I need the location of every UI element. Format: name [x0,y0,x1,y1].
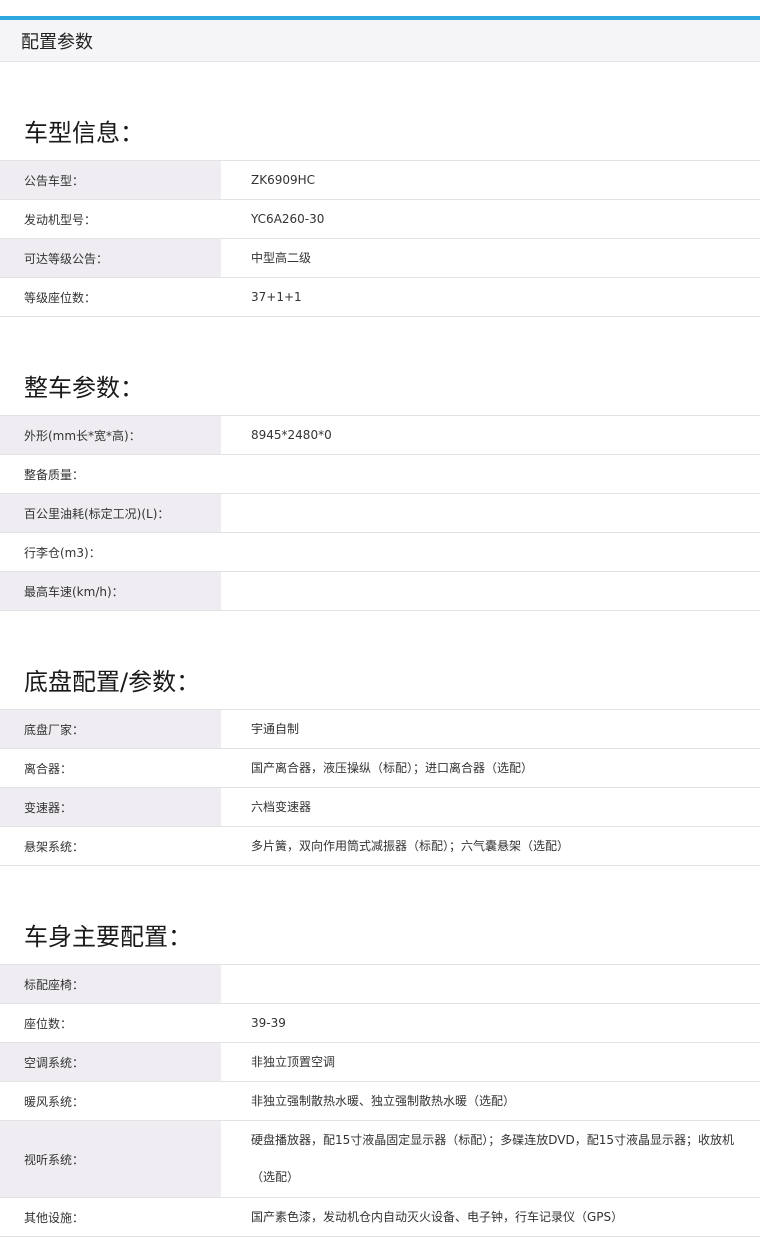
row-label: 离合器： [0,748,221,788]
spec-table: 底盘厂家： 宇通自制 离合器： 国产离合器，液压操纵（标配）；进口离合器（选配） 变… [0,709,760,866]
table-row: 标配座椅： [0,964,760,1004]
row-label: 可达等级公告： [0,238,221,278]
row-value: 国产素色漆，发动机仓内自动灭火设备、电子钟，行车记录仪（GPS） [221,1197,760,1237]
table-row: 底盘厂家： 宇通自制 [0,709,760,749]
row-value: 宇通自制 [221,709,760,749]
spec-table: 标配座椅： 座位数： 39-39 空调系统： 非独立顶置空调 暖风系统： 非独立强制散… [0,964,760,1237]
table-row: 外形(mm长*宽*高)： 8945*2480*0 [0,415,760,455]
row-value: 39-39 [221,1003,760,1043]
row-label: 底盘厂家： [0,709,221,749]
row-value [221,571,760,611]
table-row: 视听系统： 硬盘播放器，配15寸液晶固定显示器（标配）；多碟连放DVD，配15寸液… [0,1120,760,1198]
row-label: 视听系统： [0,1120,221,1198]
table-row: 百公里油耗(标定工况)(L)： [0,493,760,533]
row-value [221,493,760,533]
spec-table: 公告车型： ZK6909HC 发动机型号： YC6A260-30 可达等级公告： 中型… [0,160,760,317]
spec-table: 外形(mm长*宽*高)： 8945*2480*0 整备质量： 百公里油耗(标定工况… [0,415,760,611]
table-row: 整备质量： [0,454,760,494]
row-value: 国产离合器，液压操纵（标配）；进口离合器（选配） [221,748,760,788]
section-title: 车型信息： [24,119,144,147]
row-label: 外形(mm长*宽*高)： [0,415,221,455]
table-row: 暖风系统： 非独立强制散热水暖、独立强制散热水暖（选配） [0,1081,760,1121]
section-title: 车身主要配置： [24,923,192,951]
row-value: 硬盘播放器，配15寸液晶固定显示器（标配）；多碟连放DVD，配15寸液晶显示器；… [221,1120,760,1198]
table-row: 座位数： 39-39 [0,1003,760,1043]
row-label: 百公里油耗(标定工况)(L)： [0,493,221,533]
table-row: 行李仓(m3)： [0,532,760,572]
row-value: YC6A260-30 [221,199,760,239]
row-label: 标配座椅： [0,964,221,1004]
row-label: 发动机型号： [0,199,221,239]
row-label: 其他设施： [0,1197,221,1237]
section-vehicle-params: 整车参数： 外形(mm长*宽*高)： 8945*2480*0 整备质量： 百公里油… [0,367,760,611]
row-label: 等级座位数： [0,277,221,317]
table-row: 等级座位数： 37+1+1 [0,277,760,317]
row-value: 中型高二级 [221,238,760,278]
table-row: 可达等级公告： 中型高二级 [0,238,760,278]
row-label: 最高车速(km/h)： [0,571,221,611]
row-label: 空调系统： [0,1042,221,1082]
section-body: 车身主要配置： 标配座椅： 座位数： 39-39 空调系统： 非独立顶置空调 暖风系… [0,916,760,1237]
row-value [221,964,760,1004]
row-value [221,532,760,572]
table-row: 发动机型号： YC6A260-30 [0,199,760,239]
row-value: 多片簧，双向作用筒式减振器（标配）；六气囊悬架（选配） [221,826,760,866]
row-value: ZK6909HC [221,160,760,200]
row-value: 37+1+1 [221,277,760,317]
row-label: 暖风系统： [0,1081,221,1121]
row-label: 行李仓(m3)： [0,532,221,572]
table-row: 变速器： 六档变速器 [0,787,760,827]
table-row: 离合器： 国产离合器，液压操纵（标配）；进口离合器（选配） [0,748,760,788]
table-row: 其他设施： 国产素色漆，发动机仓内自动灭火设备、电子钟，行车记录仪（GPS） [0,1197,760,1237]
row-value: 8945*2480*0 [221,415,760,455]
table-row: 公告车型： ZK6909HC [0,160,760,200]
page-title: 配置参数 [21,31,93,53]
row-label: 变速器： [0,787,221,827]
section-title: 底盘配置/参数： [24,668,201,696]
page-header: 配置参数 [0,20,760,62]
table-row: 最高车速(km/h)： [0,571,760,611]
row-label: 悬架系统： [0,826,221,866]
config-page: 配置参数 车型信息： 公告车型： ZK6909HC 发动机型号： YC6A260-3… [0,16,760,1237]
section-chassis: 底盘配置/参数： 底盘厂家： 宇通自制 离合器： 国产离合器，液压操纵（标配）；进口… [0,661,760,866]
section-vehicle-info: 车型信息： 公告车型： ZK6909HC 发动机型号： YC6A260-30 可达等… [0,112,760,317]
row-label: 座位数： [0,1003,221,1043]
row-value: 非独立强制散热水暖、独立强制散热水暖（选配） [221,1081,760,1121]
table-row: 悬架系统： 多片簧，双向作用筒式减振器（标配）；六气囊悬架（选配） [0,826,760,866]
row-label: 公告车型： [0,160,221,200]
row-value [221,454,760,494]
section-title: 整车参数： [24,374,144,402]
table-row: 空调系统： 非独立顶置空调 [0,1042,760,1082]
row-value: 非独立顶置空调 [221,1042,760,1082]
row-value: 六档变速器 [221,787,760,827]
row-label: 整备质量： [0,454,221,494]
